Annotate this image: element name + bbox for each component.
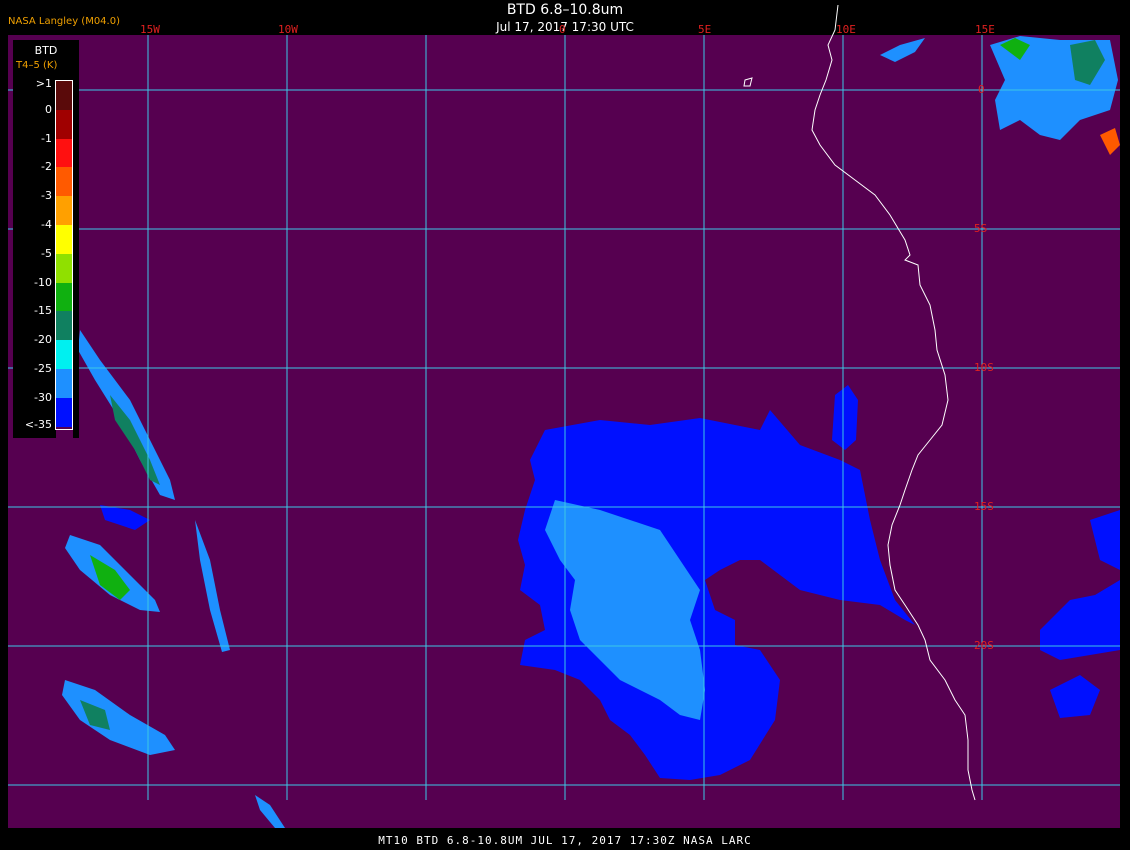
legend-label: -15 [34, 304, 52, 318]
legend-label: -30 [34, 390, 52, 404]
legend-label: -4 [41, 218, 52, 231]
lon-label-5e: 5E [698, 23, 712, 36]
legend-label: 0 [45, 102, 52, 116]
legend-label: -1 [41, 131, 52, 145]
lat-label-5s: 5S [974, 222, 988, 235]
lat-label-15s: 15S [974, 500, 994, 513]
lat-label-10s: 10S [974, 361, 994, 374]
cloud-blob-north-lobe [832, 385, 858, 450]
lon-label-15e: 15E [975, 23, 995, 36]
lon-label-0: 0 [559, 23, 566, 36]
legend-label: -5 [41, 246, 52, 260]
legend-swatch [56, 426, 73, 456]
satellite-map [8, 4, 1120, 828]
lat-label-0: 0 [978, 83, 985, 96]
lon-label-15w: 15W [140, 23, 160, 36]
legend-label: <-35 [24, 417, 52, 431]
image-title: BTD 6.8–10.8um [506, 2, 624, 18]
legend-label: -3 [41, 189, 52, 203]
lon-label-10e: 10E [836, 23, 856, 36]
legend-label: -20 [34, 333, 52, 347]
legend-label: >1 [35, 77, 52, 90]
legend-frame [55, 80, 73, 430]
footer-caption: MT10 BTD 6.8-10.8UM JUL 17, 2017 17:30Z … [378, 834, 752, 847]
legend-title: BTD [34, 44, 58, 57]
lon-label-10w: 10W [278, 23, 298, 36]
legend-units: T4–5 (K) [16, 60, 58, 71]
legend-label: -2 [41, 160, 52, 174]
legend-label: -10 [34, 275, 52, 289]
lat-label-20s: 20S [974, 639, 994, 652]
legend-label: -25 [34, 362, 52, 375]
